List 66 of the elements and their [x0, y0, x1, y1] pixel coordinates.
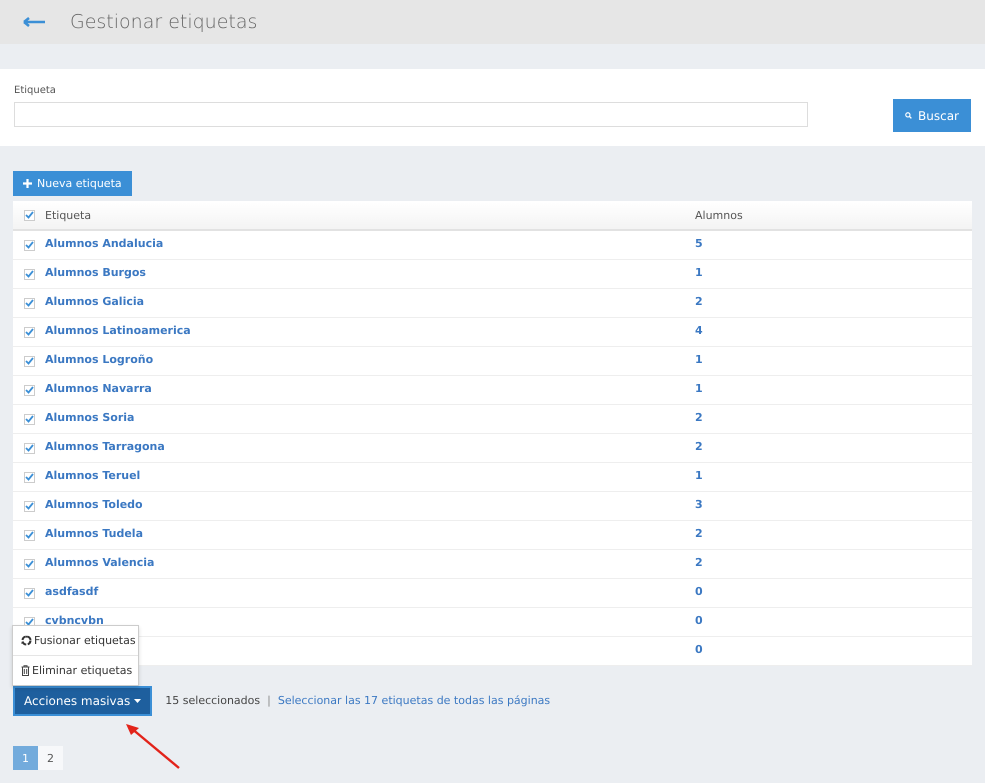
checkbox[interactable]: [24, 356, 34, 366]
search-icon: [905, 110, 912, 121]
tag-link[interactable]: Alumnos Tudela: [45, 526, 143, 540]
checkbox[interactable]: [24, 558, 34, 570]
count-link[interactable]: 2: [695, 440, 703, 452]
count-link[interactable]: 0: [695, 614, 703, 626]
tag-link[interactable]: Alumnos Navarra: [45, 382, 152, 394]
selected-count: 15 seleccionados: [165, 694, 260, 707]
field-label: Etiqueta: [14, 85, 57, 96]
tag-link[interactable]: Alumnos Valencia: [45, 556, 154, 568]
tag-link[interactable]: Alumnos Galicia: [45, 294, 144, 308]
tag-link[interactable]: Alumnos Andalucia: [45, 236, 164, 250]
count-link[interactable]: 0: [695, 584, 703, 598]
checkbox[interactable]: [24, 414, 34, 424]
tag-link[interactable]: Alumnos Tarragona: [45, 440, 165, 452]
checkbox[interactable]: [24, 298, 34, 308]
page-button[interactable]: 2: [38, 746, 63, 770]
tag-link[interactable]: Alumnos Burgos: [45, 266, 146, 278]
annotation-arrow: [125, 722, 181, 770]
checkbox[interactable]: [24, 268, 34, 280]
trash-icon: [21, 664, 30, 676]
checkbox[interactable]: [24, 326, 34, 338]
checkbox[interactable]: [24, 588, 34, 598]
page-title: Gestionar etiquetas: [70, 11, 258, 33]
separator: |: [267, 694, 271, 707]
count-link[interactable]: 0: [695, 642, 703, 656]
count-link[interactable]: 2: [695, 410, 703, 424]
count-link[interactable]: 2: [695, 556, 703, 568]
count-link[interactable]: 2: [695, 526, 703, 540]
count-link[interactable]: 1: [695, 352, 703, 366]
tag-link[interactable]: Alumnos Toledo: [45, 498, 143, 510]
checkbox[interactable]: [24, 500, 34, 512]
checkbox[interactable]: [24, 472, 34, 482]
checkbox[interactable]: [24, 384, 34, 396]
bulk-actions-button[interactable]: Acciones masivas: [13, 686, 152, 716]
menu-item[interactable]: Eliminar etiquetas: [13, 654, 138, 684]
new-tag-button[interactable]: Nueva etiqueta: [13, 171, 132, 196]
page-button[interactable]: 1: [13, 746, 38, 770]
recycle-icon: [21, 634, 32, 646]
checkbox[interactable]: [24, 210, 34, 220]
count-link[interactable]: 4: [695, 324, 703, 336]
tag-link[interactable]: cvbncvbn: [45, 614, 104, 626]
checkbox[interactable]: [24, 442, 34, 454]
back-arrow-icon: [22, 17, 46, 27]
count-link[interactable]: 5: [695, 236, 703, 250]
menu-item[interactable]: Fusionar etiquetas: [13, 626, 138, 654]
count-link[interactable]: 2: [695, 294, 703, 308]
search-field[interactable]: [14, 102, 808, 127]
tag-link[interactable]: Alumnos Teruel: [45, 468, 140, 482]
checkbox[interactable]: [24, 530, 34, 540]
tag-link[interactable]: Alumnos Latinoamerica: [45, 324, 191, 336]
back-button[interactable]: [22, 17, 46, 27]
count-link[interactable]: 1: [695, 382, 703, 394]
column-header: Etiqueta: [45, 208, 92, 222]
tag-link[interactable]: Alumnos Logroño: [45, 352, 154, 366]
count-link[interactable]: 3: [695, 498, 703, 510]
count-link[interactable]: 1: [695, 468, 703, 482]
tag-link[interactable]: Alumnos Soria: [45, 410, 134, 424]
tag-link[interactable]: asdfasdf: [45, 584, 98, 598]
select-all-link[interactable]: Seleccionar las 17 etiquetas de todas las páginas: [278, 694, 550, 707]
checkbox[interactable]: [24, 240, 34, 250]
plus-icon: [23, 179, 32, 188]
caret-icon: [134, 698, 142, 702]
search-button[interactable]: Buscar: [893, 99, 971, 132]
count-link[interactable]: 1: [695, 266, 703, 278]
column-header: Alumnos: [695, 208, 744, 222]
